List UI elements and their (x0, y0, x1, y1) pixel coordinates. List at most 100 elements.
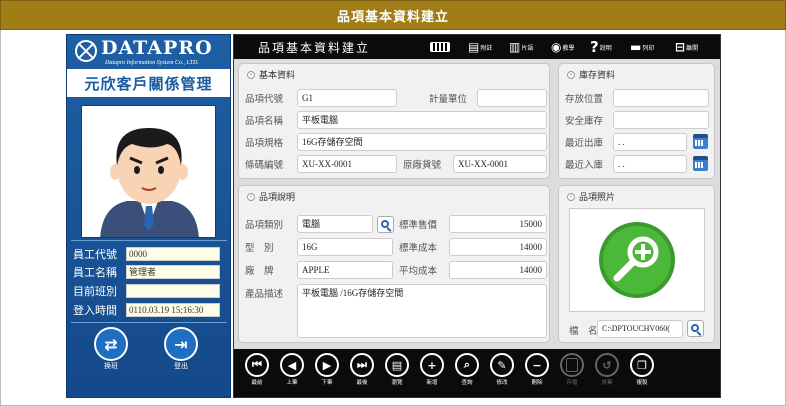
last-out-label-text: 最近出庫 (565, 138, 604, 149)
prev-label: 上筆 (286, 380, 298, 386)
orig-no-label-text: 原廠貨號 (403, 160, 442, 171)
prev-icon: ◀ (280, 353, 304, 377)
login-time-row: 登入時間 0110.03.19 15:16:30 (73, 302, 228, 318)
plus-icon: + (420, 353, 444, 377)
avg-cost-label-text: 平均成本 (399, 266, 438, 277)
employee-name-label: 員工名稱 (73, 266, 117, 279)
employee-id-row: 員工代號 0000 (73, 246, 228, 262)
add-button[interactable]: + 新增 (417, 353, 447, 386)
next-icon: ▶ (315, 353, 339, 377)
save-label: 存檔 (566, 380, 578, 386)
minus-icon: − (525, 353, 549, 377)
basic-info-title-text: 基本資料 (259, 71, 296, 81)
std-price-field[interactable]: 15000 (449, 215, 547, 233)
logout-button[interactable]: ⇥ 登出 (161, 327, 201, 375)
switch-shift-button[interactable]: ⇄ 換班 (91, 327, 131, 375)
file-path-field[interactable]: C:\DPTOUCHV060( (597, 320, 683, 338)
barcode-label: 條碼編號 (245, 157, 283, 171)
printer-icon: ▬ (630, 40, 642, 54)
help-button[interactable]: ? 說明 (590, 38, 612, 56)
last-in-field[interactable]: . . (613, 155, 687, 173)
description-panel: › 品項說明 品項類別 電腦 標準售價 15000 型 別 16G 標準成本 14… (238, 185, 550, 343)
photo-panel: › 品項照片 檔 名 C:\DPTOUCHV060( (558, 185, 715, 343)
unit-field[interactable] (477, 89, 547, 107)
note-button[interactable]: ▤ 附註 (468, 38, 492, 56)
calendar-icon[interactable] (693, 134, 708, 149)
last-in-label-text: 最近入庫 (565, 160, 604, 171)
delete-label: 刪除 (531, 380, 543, 386)
search-icon (380, 219, 389, 228)
logo-mark-icon (75, 40, 97, 62)
product-desc-textarea[interactable]: 平板電腦 /16G存儲存空間 (297, 284, 547, 338)
calendar-icon[interactable] (693, 156, 708, 171)
copy-button[interactable]: ❐ 複製 (627, 353, 657, 386)
zoom-in-icon (599, 222, 675, 298)
switch-shift-label: 換班 (104, 362, 118, 370)
help-icon: ? (590, 38, 599, 56)
category-field[interactable]: 電腦 (297, 215, 373, 233)
sidebar: DATAPRO Datapro Information System Co., … (66, 34, 231, 398)
photo-frame[interactable] (569, 208, 705, 312)
code-label: 品項代號 (245, 91, 283, 105)
save-button[interactable]: 存檔 (557, 353, 587, 386)
shift-label: 目前班別 (73, 285, 117, 298)
keyboard-button[interactable] (430, 38, 450, 56)
next-record-button[interactable]: ▶ 下筆 (312, 353, 342, 386)
prev-record-button[interactable]: ◀ 上筆 (277, 353, 307, 386)
last-out-field[interactable]: . . (613, 133, 687, 151)
name-label: 品項名稱 (245, 113, 283, 127)
edit-label: 修改 (496, 380, 508, 386)
unit-label: 計量單位 (429, 91, 467, 105)
browse-button[interactable]: ▤ 瀏覽 (382, 353, 412, 386)
add-label: 新增 (426, 380, 438, 386)
avatar-icon (82, 106, 215, 237)
spec-field[interactable]: 16G存儲存空間 (297, 133, 547, 151)
avg-cost-field[interactable]: 14000 (449, 261, 547, 279)
record-toolbar: ⏮ 最前 ◀ 上筆 ▶ 下筆 ⏭ 最後 ▤ 瀏覽 + 新增 ⌕ 查詢 ✎ 修改 − 刪除 存檔 ↺… (234, 349, 720, 397)
product-desc-label: 產品描述 (245, 286, 283, 300)
code-field[interactable]: G1 (297, 89, 397, 107)
last-record-button[interactable]: ⏭ 最後 (347, 353, 377, 386)
barcode-field[interactable]: XU-XX-0001 (297, 155, 397, 173)
exit-button[interactable]: ⊟ 離開 (675, 38, 698, 56)
tutorial-button[interactable]: ◉ 教學 (551, 38, 575, 56)
logo-text: DATAPRO (101, 37, 213, 59)
safety-stock-field[interactable] (613, 111, 709, 129)
safety-stock-label-text: 安全庫存 (565, 116, 604, 127)
edit-button[interactable]: ✎ 修改 (487, 353, 517, 386)
edit-icon: ✎ (490, 353, 514, 377)
logo: DATAPRO Datapro Information System Co., … (71, 37, 228, 67)
name-field[interactable]: 平板電腦 (297, 111, 547, 129)
employee-name-row: 員工名稱 管理者 (73, 264, 228, 280)
orig-no-field[interactable]: XU-XX-0001 (453, 155, 547, 173)
file-name-label: 檔 名 (569, 323, 598, 337)
file-search-button[interactable] (687, 320, 704, 337)
shift-field[interactable] (126, 284, 220, 298)
tutorial-label: 教學 (562, 44, 575, 52)
stock-title-text: 庫存資料 (579, 71, 616, 81)
print-button[interactable]: ▬ 列印 (630, 38, 654, 56)
phrase-button[interactable]: ▥ 片語 (509, 38, 533, 56)
delete-button[interactable]: − 刪除 (522, 353, 552, 386)
note-label: 附註 (480, 44, 493, 52)
unit-label-text: 計量單位 (429, 94, 468, 105)
photo-title-text: 品項照片 (579, 193, 616, 203)
brand-label-text: 廠 牌 (245, 266, 274, 277)
location-field[interactable] (613, 89, 709, 107)
model-field[interactable]: 16G (297, 238, 393, 256)
employee-id-field[interactable]: 0000 (126, 247, 220, 261)
std-cost-field[interactable]: 14000 (449, 238, 547, 256)
first-record-button[interactable]: ⏮ 最前 (242, 353, 272, 386)
avatar (81, 105, 216, 238)
brand-field[interactable]: APPLE (297, 261, 393, 279)
query-button[interactable]: ⌕ 查詢 (452, 353, 482, 386)
login-time-field[interactable]: 0110.03.19 15:16:30 (126, 303, 220, 317)
cancel-button[interactable]: ↺ 放棄 (592, 353, 622, 386)
shift-row: 目前班別 (73, 283, 228, 299)
window-title: 品項基本資料建立 (336, 9, 449, 25)
employee-name-field[interactable]: 管理者 (126, 265, 220, 279)
category-search-button[interactable] (377, 216, 394, 233)
login-time-label: 登入時間 (73, 304, 117, 317)
last-out-label: 最近出庫 (565, 135, 603, 149)
code-label-text: 品項代號 (245, 94, 284, 105)
